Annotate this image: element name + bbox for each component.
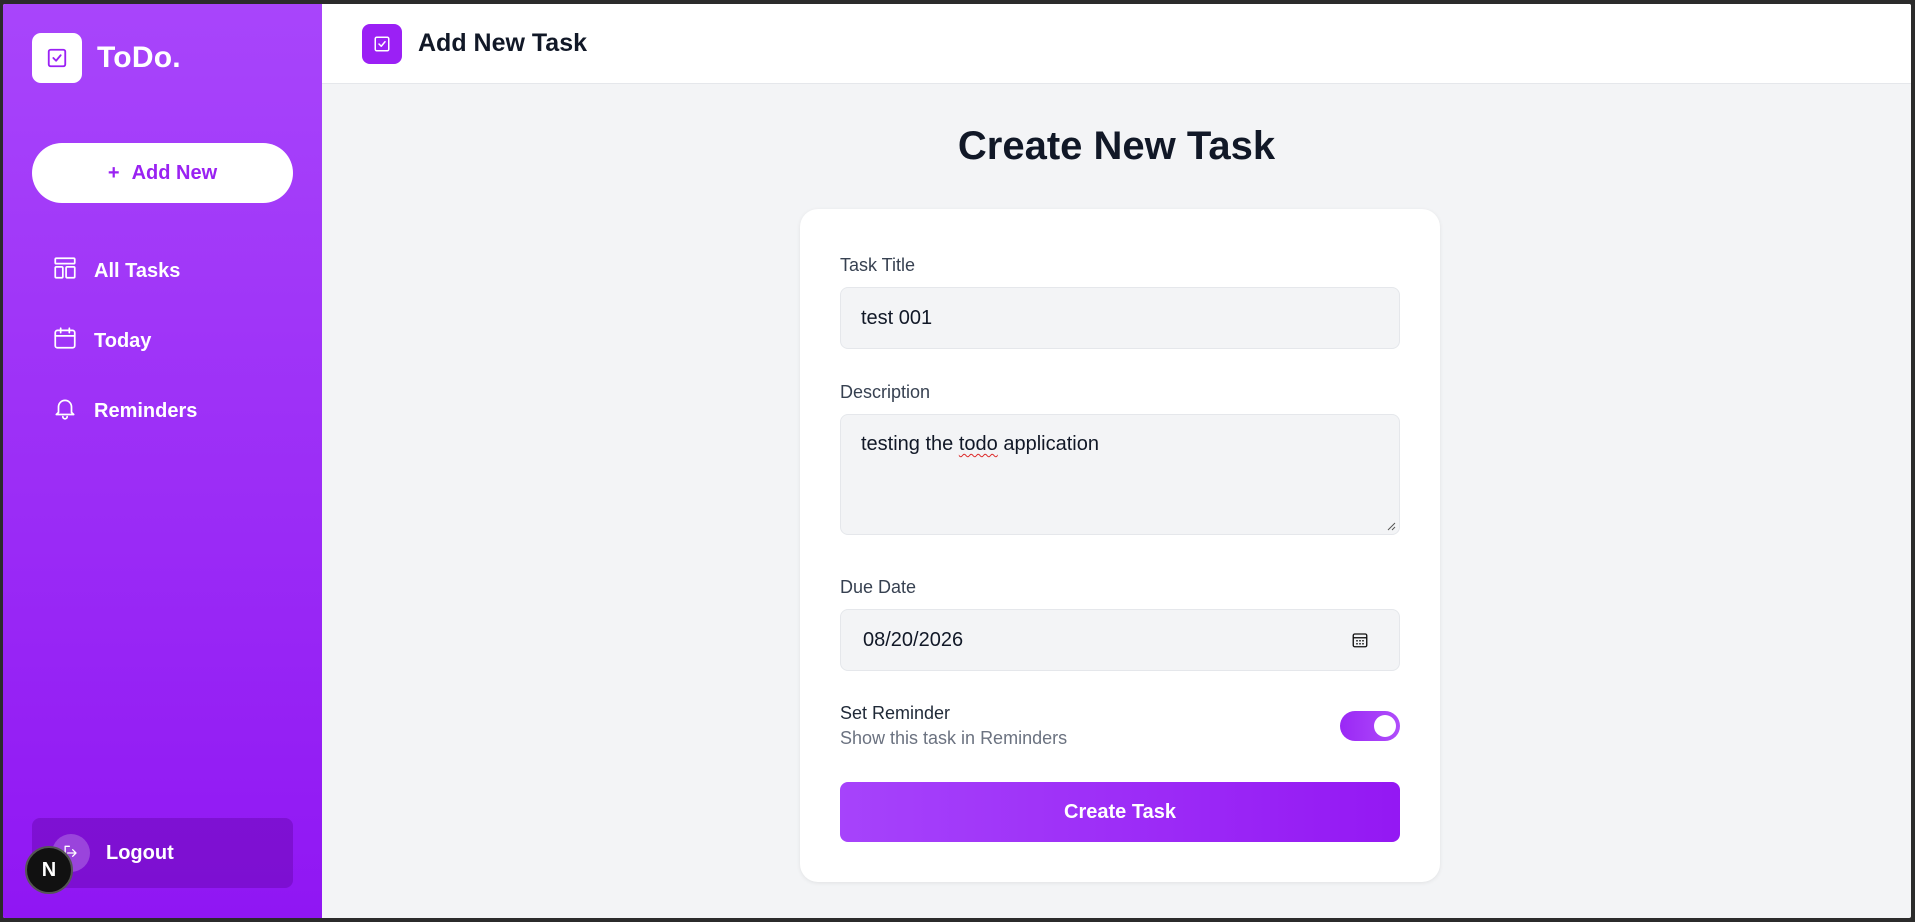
- add-new-label: Add New: [131, 161, 218, 184]
- sidebar-item-reminders[interactable]: Reminders: [32, 386, 293, 436]
- sidebar-item-label: All Tasks: [94, 259, 181, 282]
- spellcheck-flagged-word: todo: [958, 433, 998, 455]
- task-title-value: test 001: [861, 306, 933, 329]
- page-header-title: Add New Task: [418, 29, 588, 57]
- checkbox-icon: [32, 33, 82, 83]
- reminder-sublabel: Show this task in Reminders: [840, 728, 1068, 748]
- sidebar-item-label: Reminders: [94, 399, 198, 422]
- sidebar: ToDo. + Add New All Tasks Today Reminder…: [3, 4, 322, 918]
- description-value: testing the todo application: [861, 433, 1099, 455]
- task-title-input[interactable]: test 001: [840, 287, 1400, 349]
- sidebar-item-today[interactable]: Today: [32, 316, 293, 366]
- logout-label: Logout: [106, 841, 174, 864]
- page-title: Create New Task: [957, 124, 1276, 168]
- dev-tools-badge[interactable]: N: [25, 846, 73, 894]
- bell-icon: [52, 395, 78, 427]
- brand-name: ToDo.: [97, 41, 181, 74]
- due-date-label: Due Date: [840, 577, 917, 597]
- task-title-label: Task Title: [840, 255, 916, 275]
- toggle-knob: [1374, 715, 1396, 737]
- add-new-button[interactable]: + Add New: [32, 143, 293, 203]
- due-date-value: 08/20/2026: [863, 628, 964, 651]
- due-date-input[interactable]: 08/20/2026: [840, 609, 1400, 671]
- sidebar-item-all-tasks[interactable]: All Tasks: [32, 246, 293, 296]
- description-label: Description: [840, 382, 931, 402]
- calendar-icon: [52, 325, 78, 357]
- layout-icon: [52, 255, 78, 287]
- brand: ToDo.: [32, 33, 181, 83]
- reminder-toggle[interactable]: [1340, 711, 1400, 741]
- main-content: Add New Task Create New Task Task Title …: [322, 4, 1911, 918]
- sidebar-nav: All Tasks Today Reminders: [32, 246, 293, 456]
- create-task-button[interactable]: Create Task: [840, 782, 1400, 842]
- checkbox-icon: [362, 23, 402, 64]
- plus-icon: +: [107, 161, 120, 184]
- description-textarea[interactable]: testing the todo application: [840, 414, 1400, 535]
- calendar-picker-icon[interactable]: [1351, 631, 1369, 649]
- resize-handle-icon[interactable]: [1386, 521, 1396, 531]
- task-form-card: Task Title test 001 Description testing …: [800, 209, 1440, 882]
- sidebar-item-label: Today: [94, 329, 152, 352]
- topbar: Add New Task: [322, 4, 1911, 84]
- reminder-label: Set Reminder: [840, 703, 951, 723]
- app-window: ToDo. + Add New All Tasks Today Reminder…: [3, 4, 1911, 918]
